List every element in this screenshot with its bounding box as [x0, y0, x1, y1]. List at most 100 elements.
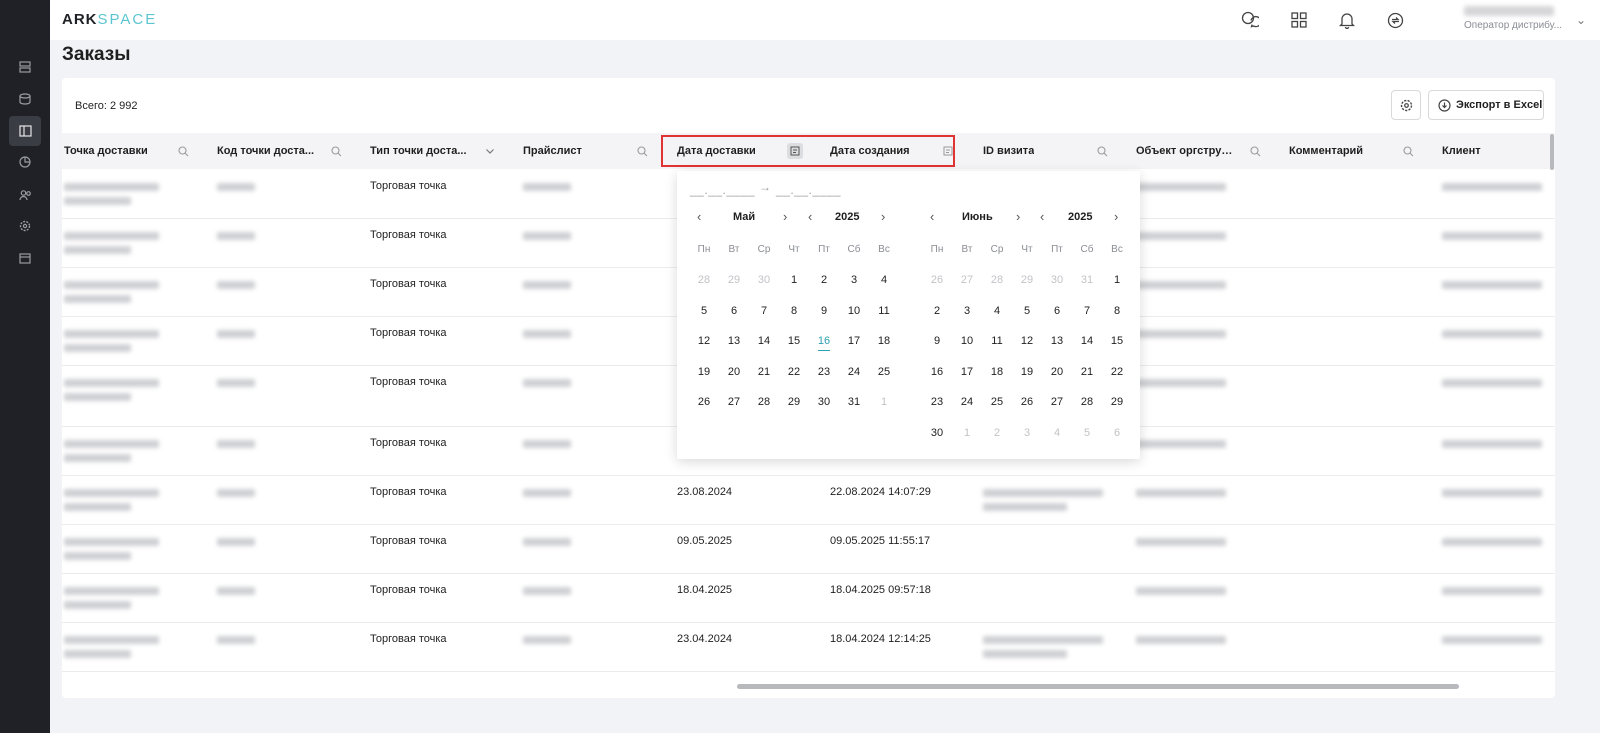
user-role[interactable]: Оператор дистрибу... — [1464, 20, 1562, 31]
horizontal-scrollbar[interactable] — [737, 684, 1459, 689]
calendar-day[interactable]: 6 — [719, 305, 749, 317]
calendar-icon[interactable] — [15, 248, 35, 268]
prev-year-icon[interactable]: ‹ — [808, 209, 812, 224]
calendar-day[interactable]: 2 — [982, 427, 1012, 439]
chat-icon[interactable] — [1239, 9, 1261, 31]
calendar-day[interactable]: 28 — [689, 274, 719, 286]
prev-month-icon[interactable]: ‹ — [697, 209, 701, 224]
export-excel-button[interactable]: Экспорт в Excel — [1428, 90, 1544, 120]
calendar-day[interactable]: 5 — [1012, 305, 1042, 317]
search-icon[interactable] — [634, 143, 650, 159]
col-comment[interactable]: Комментарий — [1289, 133, 1389, 169]
calendar-day[interactable]: 20 — [719, 366, 749, 378]
date-filter-icon[interactable] — [787, 143, 803, 159]
calendar-day[interactable]: 26 — [689, 396, 719, 408]
calendar-day[interactable]: 12 — [689, 335, 719, 347]
calendar-day[interactable]: 17 — [952, 366, 982, 378]
calendar-day[interactable]: 4 — [1042, 427, 1072, 439]
table-settings-button[interactable] — [1391, 90, 1421, 120]
calendar-day[interactable]: 29 — [719, 274, 749, 286]
calendar-day-today[interactable]: 16 — [809, 335, 839, 347]
vertical-scrollbar[interactable] — [1550, 134, 1554, 170]
right-month-label[interactable]: Июнь — [962, 211, 993, 223]
calendar-day[interactable]: 29 — [779, 396, 809, 408]
calendar-day[interactable]: 3 — [952, 305, 982, 317]
apps-grid-icon[interactable] — [1288, 9, 1310, 31]
orders-icon[interactable] — [9, 116, 41, 146]
bell-icon[interactable] — [1336, 9, 1358, 31]
col-client[interactable]: Клиент — [1442, 133, 1542, 169]
calendar-day[interactable]: 7 — [749, 305, 779, 317]
calendar-day[interactable]: 8 — [779, 305, 809, 317]
prev-month-icon[interactable]: ‹ — [930, 209, 934, 224]
calendar-day[interactable]: 24 — [952, 396, 982, 408]
table-row[interactable]: Торговая точка 23.08.2024 22.08.2024 14:07… — [62, 476, 1555, 525]
next-year-icon[interactable]: › — [881, 209, 885, 224]
calendar-day[interactable]: 19 — [1012, 366, 1042, 378]
calendar-day[interactable]: 30 — [809, 396, 839, 408]
next-month-icon[interactable]: › — [783, 209, 787, 224]
pie-chart-icon[interactable] — [15, 152, 35, 172]
col-delivery-date[interactable]: Дата доставки — [677, 133, 777, 169]
chevron-down-icon[interactable] — [482, 143, 498, 159]
calendar-day[interactable]: 25 — [982, 396, 1012, 408]
calendar-day[interactable]: 10 — [839, 305, 869, 317]
calendar-day[interactable]: 26 — [922, 274, 952, 286]
col-pricelist[interactable]: Прайслист — [523, 133, 623, 169]
calendar-day[interactable]: 11 — [869, 305, 899, 317]
table-row[interactable]: Торговая точка 18.04.2025 18.04.2025 09:57… — [62, 574, 1555, 623]
list-icon[interactable] — [15, 57, 35, 77]
calendar-day[interactable]: 28 — [982, 274, 1012, 286]
calendar-day[interactable]: 27 — [952, 274, 982, 286]
calendar-day[interactable]: 15 — [779, 335, 809, 347]
calendar-day[interactable]: 21 — [1072, 366, 1102, 378]
calendar-day[interactable]: 4 — [982, 305, 1012, 317]
col-delivery-point-code[interactable]: Код точки доста... — [217, 133, 317, 169]
calendar-day[interactable]: 28 — [1072, 396, 1102, 408]
calendar-day[interactable]: 31 — [1072, 274, 1102, 286]
table-row[interactable]: Торговая точка 09.05.2025 09.05.2025 11:55… — [62, 525, 1555, 574]
col-visit-id[interactable]: ID визита — [983, 133, 1083, 169]
calendar-day[interactable]: 8 — [1102, 305, 1132, 317]
calendar-day[interactable]: 16 — [922, 366, 952, 378]
sync-icon[interactable] — [1384, 9, 1406, 31]
calendar-day[interactable]: 26 — [1012, 396, 1042, 408]
calendar-day[interactable]: 11 — [982, 335, 1012, 347]
end-date-input[interactable]: __.__.____ — [776, 183, 841, 197]
calendar-day[interactable]: 18 — [869, 335, 899, 347]
calendar-day[interactable]: 9 — [809, 305, 839, 317]
calendar-day[interactable]: 24 — [839, 366, 869, 378]
col-delivery-point-type[interactable]: Тип точки доста... — [370, 133, 470, 169]
calendar-day[interactable]: 23 — [922, 396, 952, 408]
next-month-icon[interactable]: › — [1016, 209, 1020, 224]
calendar-day[interactable]: 20 — [1042, 366, 1072, 378]
search-icon[interactable] — [1400, 143, 1416, 159]
calendar-day[interactable]: 30 — [922, 427, 952, 439]
start-date-input[interactable]: __.__.____ — [690, 183, 755, 197]
calendar-day[interactable]: 29 — [1012, 274, 1042, 286]
calendar-day[interactable]: 25 — [869, 366, 899, 378]
next-year-icon[interactable]: › — [1114, 209, 1118, 224]
calendar-day[interactable]: 30 — [1042, 274, 1072, 286]
calendar-day[interactable]: 2 — [809, 274, 839, 286]
calendar-day[interactable]: 4 — [869, 274, 899, 286]
calendar-day[interactable]: 2 — [922, 305, 952, 317]
calendar-day[interactable]: 6 — [1102, 427, 1132, 439]
settings-icon[interactable] — [15, 216, 35, 236]
user-name[interactable] — [1464, 6, 1554, 16]
calendar-day[interactable]: 21 — [749, 366, 779, 378]
calendar-day[interactable]: 15 — [1102, 335, 1132, 347]
database-icon[interactable] — [15, 89, 35, 109]
search-icon[interactable] — [1247, 143, 1263, 159]
calendar-day[interactable]: 13 — [1042, 335, 1072, 347]
calendar-day[interactable]: 5 — [689, 305, 719, 317]
calendar-day[interactable]: 28 — [749, 396, 779, 408]
calendar-day[interactable]: 9 — [922, 335, 952, 347]
calendar-day[interactable]: 1 — [1102, 274, 1132, 286]
app-logo[interactable]: ARKSPACE — [62, 11, 157, 28]
calendar-day[interactable]: 1 — [779, 274, 809, 286]
calendar-day[interactable]: 30 — [749, 274, 779, 286]
calendar-day[interactable]: 14 — [749, 335, 779, 347]
calendar-day[interactable]: 12 — [1012, 335, 1042, 347]
calendar-day[interactable]: 10 — [952, 335, 982, 347]
